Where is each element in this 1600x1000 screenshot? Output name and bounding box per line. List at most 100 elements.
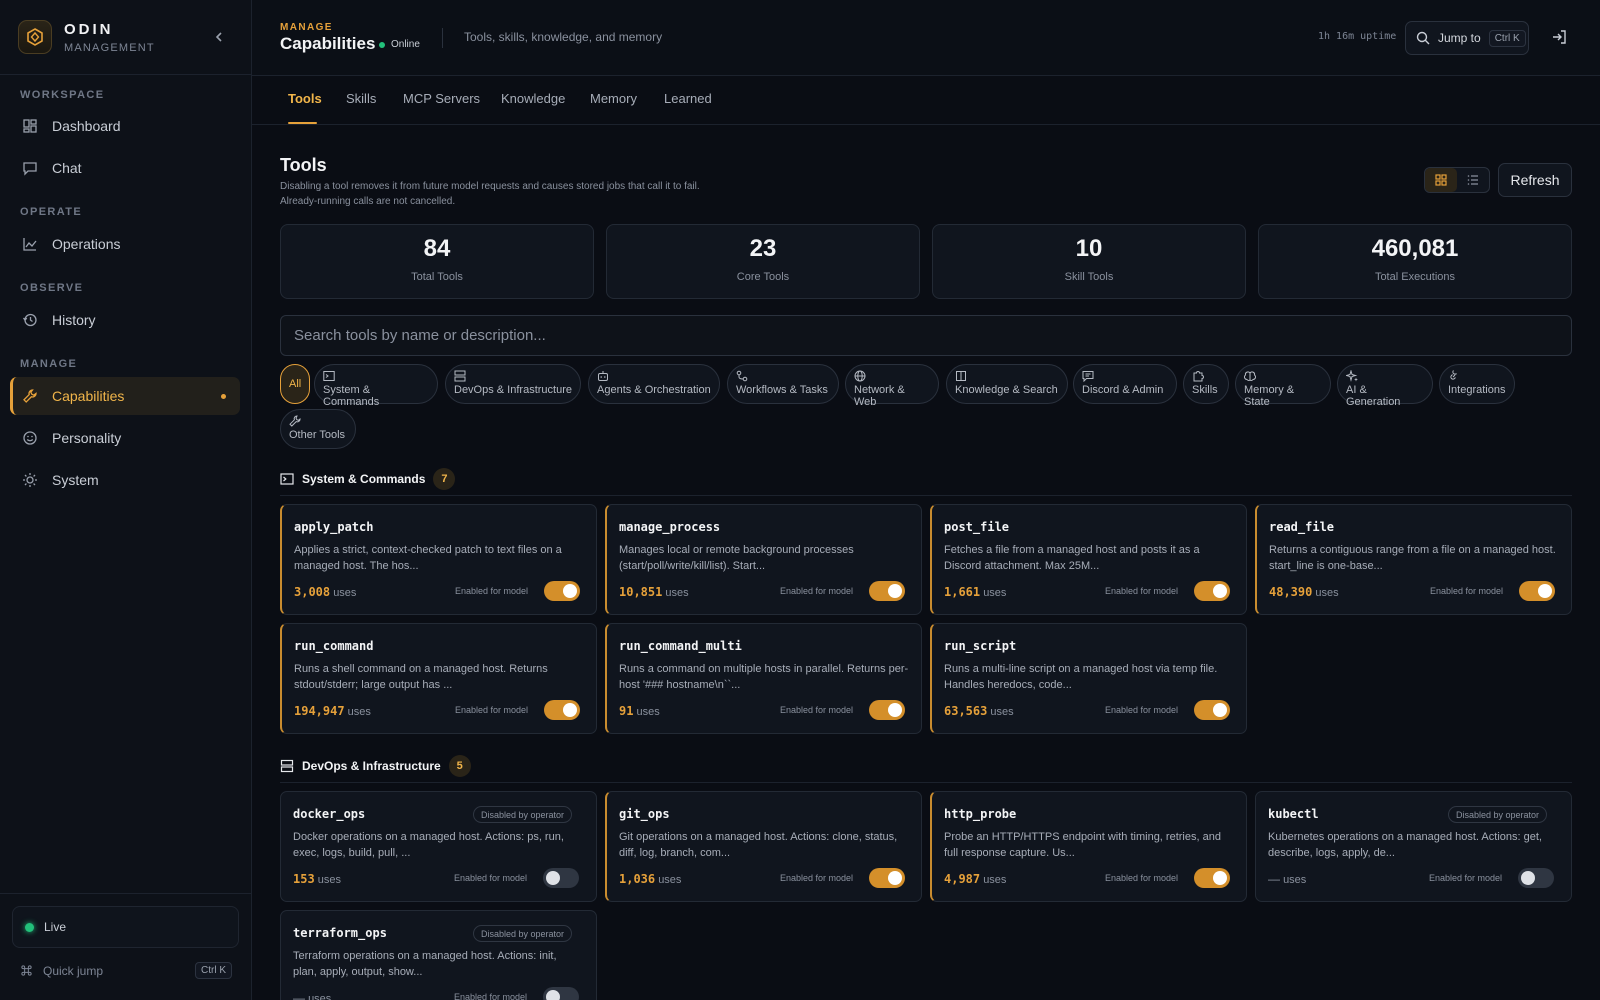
tool-uses: — uses bbox=[293, 991, 331, 1000]
filter-chip-integrations[interactable]: Integrations bbox=[1439, 364, 1515, 404]
sidebar-item-personality[interactable]: Personality bbox=[10, 419, 240, 457]
enabled-toggle[interactable] bbox=[1194, 700, 1230, 720]
enabled-label: Enabled for model bbox=[454, 992, 528, 1000]
tool-card[interactable]: docker_ops Disabled by operator Docker o… bbox=[280, 791, 597, 902]
sidebar-item-system[interactable]: System bbox=[10, 461, 240, 499]
tool-uses: 3,008 uses bbox=[294, 585, 356, 599]
tool-name: run_script bbox=[944, 639, 1017, 653]
tool-uses-count: 48,390 bbox=[1269, 585, 1313, 599]
filter-chip-memory[interactable]: Memory & State bbox=[1235, 364, 1331, 408]
tool-card[interactable]: post_file Fetches a file from a managed … bbox=[930, 504, 1247, 615]
sidebar-item-chat[interactable]: Chat bbox=[10, 149, 240, 187]
puzzle-icon bbox=[1193, 371, 1204, 382]
sun-icon bbox=[23, 473, 37, 487]
filter-chip-network[interactable]: Network & Web bbox=[845, 364, 939, 408]
tab-memory[interactable]: Memory bbox=[590, 91, 637, 106]
enabled-toggle[interactable] bbox=[1194, 868, 1230, 888]
live-label: Live bbox=[44, 920, 67, 934]
tool-card[interactable]: run_script Runs a multi-line script on a… bbox=[930, 623, 1247, 734]
tool-name: read_file bbox=[1269, 520, 1335, 534]
divider bbox=[0, 74, 252, 75]
tool-uses-label: uses bbox=[333, 587, 357, 599]
filter-chip-system-commands[interactable]: System & Commands bbox=[314, 364, 438, 408]
enabled-toggle[interactable] bbox=[544, 700, 580, 720]
tool-card[interactable]: http_probe Probe an HTTP/HTTPS endpoint … bbox=[930, 791, 1247, 902]
chat-icon bbox=[23, 162, 37, 176]
grid-view-button[interactable] bbox=[1425, 168, 1457, 192]
logout-button[interactable] bbox=[1550, 28, 1570, 48]
quick-jump-button[interactable]: Quick jump Ctrl K bbox=[20, 962, 232, 979]
tool-uses: 4,987 uses bbox=[944, 872, 1006, 886]
filter-chip-label: Agents & Orchestration bbox=[597, 384, 711, 396]
sidebar-item-label: History bbox=[52, 312, 96, 328]
disabled-badge: Disabled by operator bbox=[1448, 806, 1548, 823]
enabled-toggle[interactable] bbox=[1194, 581, 1230, 601]
tool-card[interactable]: kubectl Disabled by operator Kubernetes … bbox=[1255, 791, 1572, 902]
group-count-badge: 7 bbox=[433, 468, 456, 490]
tab-tools[interactable]: Tools bbox=[288, 91, 322, 106]
tab-knowledge[interactable]: Knowledge bbox=[501, 91, 565, 106]
filter-chip-knowledge[interactable]: Knowledge & Search bbox=[946, 364, 1068, 404]
live-status[interactable]: Live bbox=[12, 906, 239, 948]
filter-chip-label: System & Commands bbox=[323, 384, 380, 408]
history-icon bbox=[22, 313, 37, 327]
tool-card[interactable]: terraform_ops Disabled by operator Terra… bbox=[280, 910, 597, 1000]
jump-to-button[interactable]: Jump to Ctrl K bbox=[1405, 21, 1529, 55]
tab-learned[interactable]: Learned bbox=[664, 91, 712, 106]
tool-description: Git operations on a managed host. Action… bbox=[619, 831, 898, 859]
sidebar-item-capabilities[interactable]: Capabilities bbox=[10, 377, 240, 415]
jump-to-shortcut: Ctrl K bbox=[1488, 29, 1526, 47]
enabled-toggle[interactable] bbox=[1519, 581, 1555, 601]
enabled-toggle[interactable] bbox=[543, 868, 579, 888]
tool-name: git_ops bbox=[619, 807, 670, 821]
enabled-toggle[interactable] bbox=[869, 700, 905, 720]
filter-chip-all[interactable]: All bbox=[280, 364, 310, 404]
tool-description: Returns a contiguous range from a file o… bbox=[1269, 544, 1556, 572]
brand[interactable]: ODIN MANAGEMENT bbox=[18, 20, 155, 54]
disabled-badge: Disabled by operator bbox=[473, 806, 573, 823]
enabled-toggle[interactable] bbox=[543, 987, 579, 1000]
filter-chip-devops[interactable]: DevOps & Infrastructure bbox=[445, 364, 581, 404]
refresh-button[interactable]: Refresh bbox=[1498, 163, 1572, 197]
tool-card[interactable]: apply_patch Applies a strict, context-ch… bbox=[280, 504, 597, 615]
tool-uses-label: uses bbox=[317, 874, 341, 886]
tool-card[interactable]: git_ops Git operations on a managed host… bbox=[605, 791, 922, 902]
filter-chip-other[interactable]: Other Tools bbox=[280, 409, 356, 449]
filter-chip-ai-generation[interactable]: AI & Generation bbox=[1337, 364, 1433, 408]
group-title: System & Commands bbox=[302, 472, 426, 486]
list-view-button[interactable] bbox=[1457, 168, 1489, 192]
enabled-label: Enabled for model bbox=[780, 873, 854, 883]
search-input[interactable] bbox=[280, 315, 1572, 356]
brand-name: ODIN bbox=[64, 20, 114, 38]
enabled-label: Enabled for model bbox=[1429, 873, 1503, 883]
tab-mcp-servers[interactable]: MCP Servers bbox=[403, 91, 480, 106]
tool-card[interactable]: read_file Returns a contiguous range fro… bbox=[1255, 504, 1572, 615]
filter-chip-discord[interactable]: Discord & Admin bbox=[1073, 364, 1177, 404]
tool-card[interactable]: run_command Runs a shell command on a ma… bbox=[280, 623, 597, 734]
tool-card[interactable]: manage_process Manages local or remote b… bbox=[605, 504, 922, 615]
sidebar-item-dashboard[interactable]: Dashboard bbox=[10, 107, 240, 145]
enabled-toggle[interactable] bbox=[869, 581, 905, 601]
terminal-icon bbox=[323, 371, 335, 381]
enabled-toggle[interactable] bbox=[544, 581, 580, 601]
sidebar: ODIN MANAGEMENT WORKSPACE Dashboard Chat… bbox=[0, 0, 252, 1000]
tool-card[interactable]: run_command_multi Runs a command on mult… bbox=[605, 623, 922, 734]
filter-chip-label: All bbox=[289, 378, 302, 390]
section-title: Tools bbox=[280, 155, 327, 175]
sidebar-item-history[interactable]: History bbox=[10, 301, 240, 339]
sidebar-item-operations[interactable]: Operations bbox=[10, 225, 240, 263]
filter-chip-agents[interactable]: Agents & Orchestration bbox=[588, 364, 720, 404]
wrench-icon bbox=[23, 389, 37, 403]
tool-uses-count: 153 bbox=[293, 872, 315, 886]
enabled-toggle[interactable] bbox=[1518, 868, 1554, 888]
enabled-toggle[interactable] bbox=[869, 868, 905, 888]
tool-uses-count: 63,563 bbox=[944, 704, 988, 718]
stat-label: Skill Tools bbox=[1064, 271, 1114, 283]
stat-card: 23 Core Tools bbox=[606, 224, 920, 299]
filter-chip-skills[interactable]: Skills bbox=[1183, 364, 1229, 404]
filter-chip-workflows[interactable]: Workflows & Tasks bbox=[727, 364, 839, 404]
tool-name: terraform_ops bbox=[293, 926, 387, 940]
collapse-sidebar-button[interactable] bbox=[210, 28, 228, 46]
tab-skills[interactable]: Skills bbox=[346, 91, 376, 106]
tool-description: Runs a shell command on a managed host. … bbox=[294, 663, 548, 691]
